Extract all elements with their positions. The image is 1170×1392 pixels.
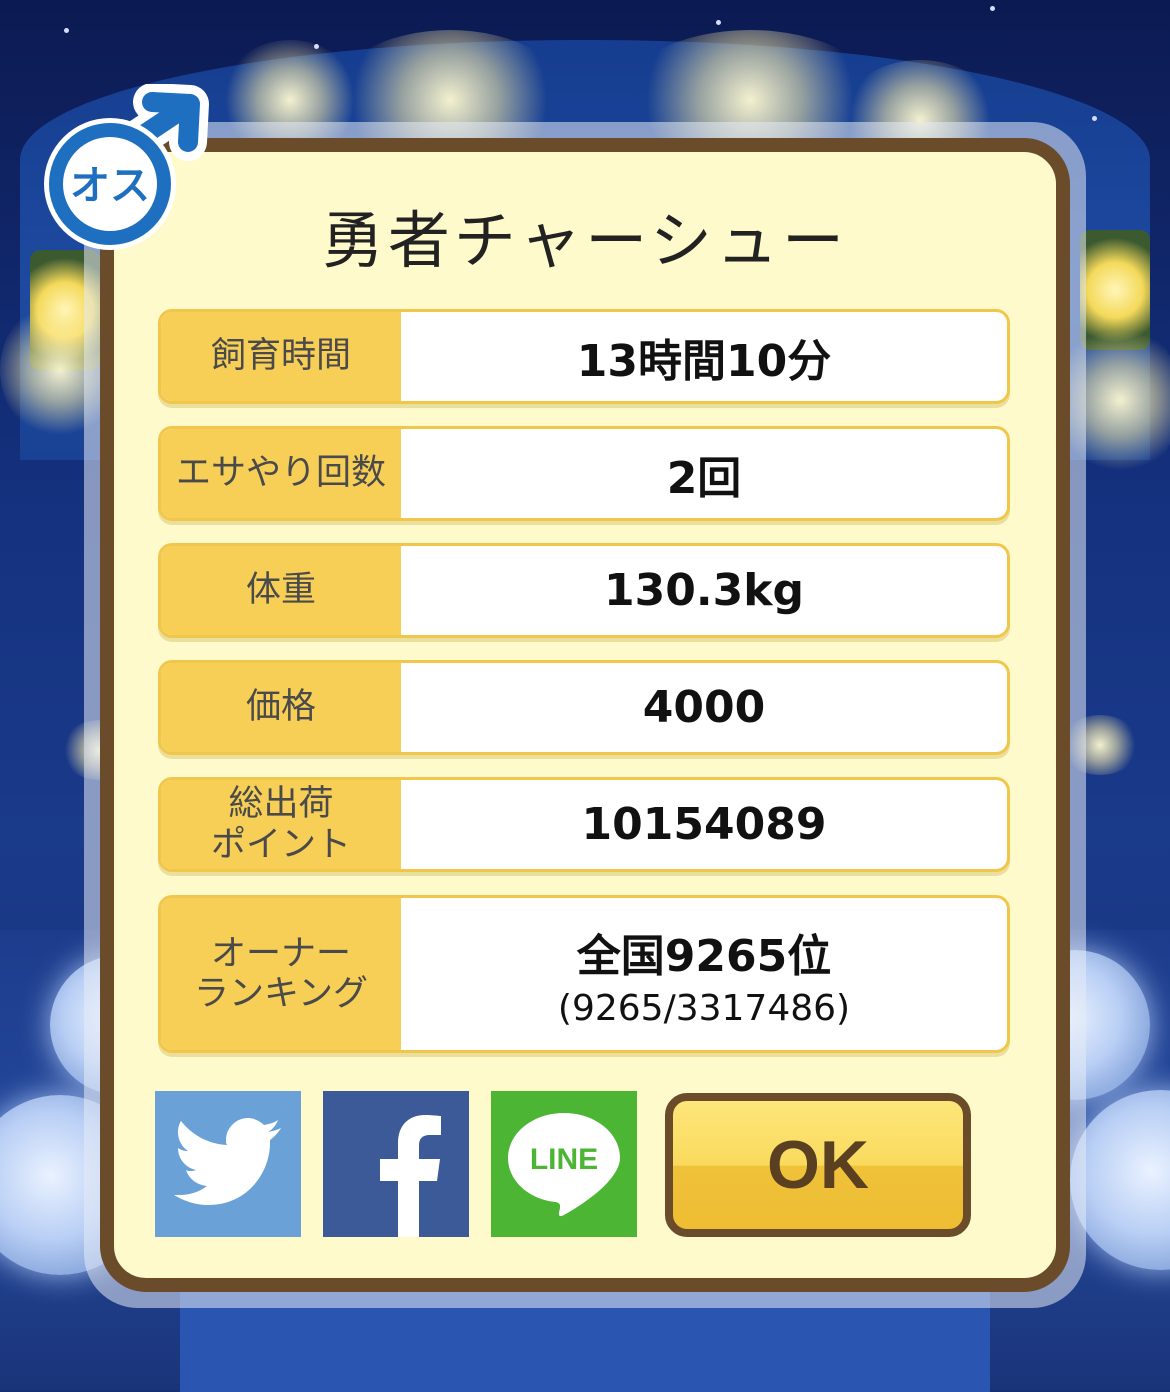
star bbox=[990, 6, 995, 11]
stat-row-feeding-count: エサやり回数 2回 bbox=[158, 426, 1010, 521]
stat-value: 全国9265位 bbox=[576, 930, 832, 982]
stat-value: 2回 bbox=[666, 452, 742, 504]
line-label: LINE bbox=[530, 1143, 598, 1176]
stat-label: エサやり回数 bbox=[161, 429, 401, 518]
stat-row-weight: 体重 130.3kg bbox=[158, 543, 1010, 638]
facebook-f-icon bbox=[380, 1115, 441, 1237]
star bbox=[64, 28, 69, 33]
star bbox=[1092, 116, 1097, 121]
star bbox=[716, 20, 721, 25]
stat-label: 体重 bbox=[161, 546, 401, 635]
stat-value: 13時間10分 bbox=[576, 335, 832, 387]
stat-row-owner-ranking: オーナー ランキング 全国9265位 (9265/3317486) bbox=[158, 895, 1010, 1053]
stat-row-raising-time: 飼育時間 13時間10分 bbox=[158, 309, 1010, 404]
twitter-share-button[interactable] bbox=[155, 1091, 301, 1237]
stat-value: 4000 bbox=[642, 682, 766, 733]
stat-label: 総出荷 ポイント bbox=[161, 780, 401, 869]
stat-label: 飼育時間 bbox=[161, 312, 401, 401]
facebook-share-button[interactable] bbox=[323, 1091, 469, 1237]
line-logo-icon: LINE bbox=[508, 1113, 620, 1217]
pig-name-title: 勇者チャーシュー bbox=[321, 204, 849, 277]
twitter-bird-icon bbox=[174, 1118, 281, 1205]
stat-label: 価格 bbox=[161, 663, 401, 752]
stat-row-shipping-points: 総出荷 ポイント 10154089 bbox=[158, 777, 1010, 872]
line-share-button[interactable]: LINE bbox=[491, 1091, 637, 1237]
ranking-detail: (9265/3317486) bbox=[557, 987, 851, 1029]
ok-button[interactable]: OK bbox=[665, 1093, 971, 1237]
stat-row-price: 価格 4000 bbox=[158, 660, 1010, 755]
stat-value: 10154089 bbox=[581, 799, 827, 850]
stat-label: オーナー ランキング bbox=[161, 898, 401, 1050]
stat-value: 130.3kg bbox=[604, 565, 804, 616]
